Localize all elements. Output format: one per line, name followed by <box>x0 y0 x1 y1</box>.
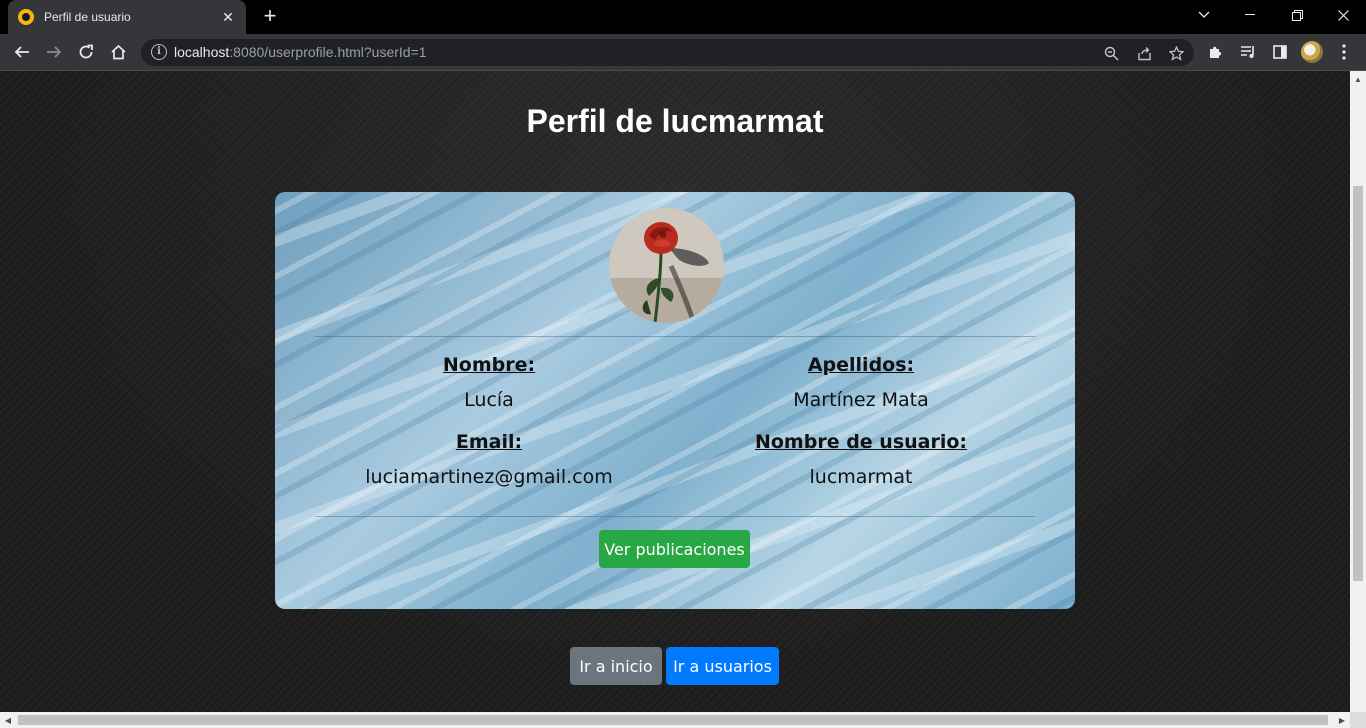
vertical-scrollbar[interactable]: ▲ <box>1350 71 1366 712</box>
extensions-icon[interactable] <box>1204 40 1228 64</box>
divider <box>315 336 1035 337</box>
share-icon[interactable] <box>1134 43 1154 63</box>
url-text: localhost:8080/userprofile.html?userId=1 <box>174 44 427 60</box>
forward-icon[interactable] <box>42 40 66 64</box>
side-panel-icon[interactable] <box>1268 40 1292 64</box>
scroll-right-icon[interactable]: ▶ <box>1334 712 1350 728</box>
horizontal-scroll-thumb[interactable] <box>18 715 1328 725</box>
divider <box>315 516 1035 517</box>
minimize-button[interactable] <box>1227 0 1273 30</box>
profile-card: Nombre: Lucía Apellidos: Martínez Mata E… <box>275 192 1075 609</box>
username-label: Nombre de usuario: <box>754 431 968 453</box>
profile-picture <box>609 208 724 323</box>
surname-label: Apellidos: <box>807 354 915 376</box>
home-icon[interactable] <box>106 40 130 64</box>
favicon-icon <box>18 9 34 25</box>
tab-strip: Perfil de usuario ✕ + <box>0 0 1366 34</box>
browser-toolbar: i localhost:8080/userprofile.html?userId… <box>0 34 1366 71</box>
page-title: Perfil de lucmarmat <box>526 103 824 139</box>
go-home-button[interactable]: Ir a inicio <box>570 647 662 685</box>
tab-title: Perfil de usuario <box>44 10 131 24</box>
back-icon[interactable] <box>10 40 34 64</box>
browser-tab[interactable]: Perfil de usuario ✕ <box>8 0 246 34</box>
email-value: luciamartinez@gmail.com <box>365 466 613 488</box>
rose-image-icon <box>609 208 724 323</box>
reload-icon[interactable] <box>74 40 98 64</box>
tab-search-icon[interactable] <box>1181 0 1227 30</box>
email-label: Email: <box>455 431 523 453</box>
close-window-button[interactable] <box>1320 0 1366 30</box>
page-viewport: Perfil de lucmarmat Nombre: Lucía Apelli… <box>0 71 1350 712</box>
media-icon[interactable] <box>1236 40 1260 64</box>
restore-button[interactable] <box>1274 0 1320 30</box>
profile-avatar[interactable] <box>1301 41 1323 63</box>
name-label: Nombre: <box>442 354 536 376</box>
vertical-scroll-thumb[interactable] <box>1353 186 1363 581</box>
horizontal-scrollbar[interactable]: ◀ ▶ <box>0 712 1366 728</box>
scroll-left-icon[interactable]: ◀ <box>0 712 16 728</box>
star-icon[interactable] <box>1166 43 1186 63</box>
scroll-up-icon[interactable]: ▲ <box>1350 71 1366 87</box>
site-info-icon[interactable]: i <box>151 44 167 60</box>
menu-icon[interactable] <box>1332 40 1356 64</box>
new-tab-button[interactable]: + <box>258 5 282 29</box>
address-bar[interactable]: i localhost:8080/userprofile.html?userId… <box>141 39 1194 66</box>
username-value: lucmarmat <box>809 466 913 488</box>
tab-close-icon[interactable]: ✕ <box>220 9 236 26</box>
go-users-button[interactable]: Ir a usuarios <box>666 647 779 685</box>
name-value: Lucía <box>464 389 514 411</box>
scrollbar-corner <box>1350 712 1366 728</box>
surname-value: Martínez Mata <box>793 389 929 411</box>
view-posts-button[interactable]: Ver publicaciones <box>599 530 750 568</box>
zoom-icon[interactable] <box>1101 43 1121 63</box>
